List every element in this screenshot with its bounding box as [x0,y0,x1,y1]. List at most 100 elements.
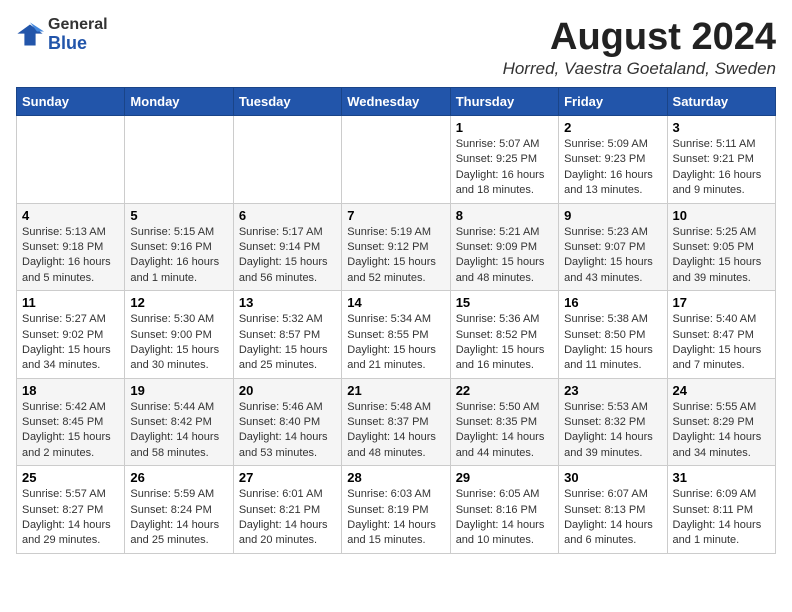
calendar-cell: 6Sunrise: 5:17 AM Sunset: 9:14 PM Daylig… [233,203,341,291]
day-number: 9 [564,208,661,223]
day-number: 5 [130,208,227,223]
calendar-cell: 17 Sunrise: 5:40 AM Sunset: 8:47 PM Dayli… [667,291,775,379]
calendar-cell: 26Sunrise: 5:59 AM Sunset: 8:24 PM Dayli… [125,466,233,554]
calendar-cell: 22Sunrise: 5:50 AM Sunset: 8:35 PM Dayli… [450,378,558,466]
calendar-cell [125,116,233,204]
day-info: Sunrise: 5:11 AM Sunset: 9:21 PM Dayligh… [673,137,770,199]
day-number: 3 [673,120,770,135]
calendar-cell: 10Sunrise: 5:25 AM Sunset: 9:05 PM Dayli… [667,203,775,291]
day-info: Sunrise: 5:15 AM Sunset: 9:16 PM Dayligh… [130,225,227,287]
calendar-cell: 24 Sunrise: 5:55 AM Sunset: 8:29 PM Dayli… [667,378,775,466]
day-number: 10 [673,208,770,223]
calendar-cell: 7 Sunrise: 5:19 AM Sunset: 9:12 PM Daylig… [342,203,450,291]
calendar-cell [342,116,450,204]
day-info: Sunrise: 6:09 AM Sunset: 8:11 PM Dayligh… [673,487,770,549]
day-number: 17 [673,295,770,310]
day-number: 2 [564,120,661,135]
calendar-cell: 3 Sunrise: 5:11 AM Sunset: 9:21 PM Daylig… [667,116,775,204]
week-row-2: 4 Sunrise: 5:13 AM Sunset: 9:18 PM Daylig… [17,203,776,291]
day-number: 11 [22,295,119,310]
calendar-cell: 30 Sunrise: 6:07 AM Sunset: 8:13 PM Dayli… [559,466,667,554]
day-info: Sunrise: 5:09 AM Sunset: 9:23 PM Dayligh… [564,137,661,199]
day-number: 19 [130,383,227,398]
day-info: Sunrise: 5:36 AM Sunset: 8:52 PM Dayligh… [456,312,553,374]
calendar-cell: 19 Sunrise: 5:44 AM Sunset: 8:42 PM Dayli… [125,378,233,466]
day-info: Sunrise: 5:57 AM Sunset: 8:27 PM Dayligh… [22,487,119,549]
day-number: 1 [456,120,553,135]
logo-icon [16,21,44,49]
calendar-cell: 12 Sunrise: 5:30 AM Sunset: 9:00 PM Dayli… [125,291,233,379]
day-number: 28 [347,470,444,485]
day-number: 4 [22,208,119,223]
calendar-cell: 27Sunrise: 6:01 AM Sunset: 8:21 PM Dayli… [233,466,341,554]
day-number: 25 [22,470,119,485]
day-number: 27 [239,470,336,485]
day-number: 18 [22,383,119,398]
calendar-cell [233,116,341,204]
day-info: Sunrise: 5:19 AM Sunset: 9:12 PM Dayligh… [347,225,444,287]
day-number: 22 [456,383,553,398]
week-row-4: 18 Sunrise: 5:42 AM Sunset: 8:45 PM Dayli… [17,378,776,466]
calendar-cell: 11 Sunrise: 5:27 AM Sunset: 9:02 PM Dayli… [17,291,125,379]
title-block: August 2024 Horred, Vaestra Goetaland, S… [503,16,776,79]
day-number: 31 [673,470,770,485]
calendar-cell: 25 Sunrise: 5:57 AM Sunset: 8:27 PM Dayli… [17,466,125,554]
calendar-cell: 23Sunrise: 5:53 AM Sunset: 8:32 PM Dayli… [559,378,667,466]
week-row-3: 11 Sunrise: 5:27 AM Sunset: 9:02 PM Dayli… [17,291,776,379]
calendar-cell: 15 Sunrise: 5:36 AM Sunset: 8:52 PM Dayli… [450,291,558,379]
calendar-cell: 31 Sunrise: 6:09 AM Sunset: 8:11 PM Dayli… [667,466,775,554]
day-info: Sunrise: 5:13 AM Sunset: 9:18 PM Dayligh… [22,225,119,287]
day-info: Sunrise: 5:34 AM Sunset: 8:55 PM Dayligh… [347,312,444,374]
calendar-cell: 14 Sunrise: 5:34 AM Sunset: 8:55 PM Dayli… [342,291,450,379]
day-info: Sunrise: 5:59 AM Sunset: 8:24 PM Dayligh… [130,487,227,549]
day-info: Sunrise: 5:27 AM Sunset: 9:02 PM Dayligh… [22,312,119,374]
day-info: Sunrise: 5:30 AM Sunset: 9:00 PM Dayligh… [130,312,227,374]
calendar-cell: 9 Sunrise: 5:23 AM Sunset: 9:07 PM Daylig… [559,203,667,291]
day-info: Sunrise: 5:07 AM Sunset: 9:25 PM Dayligh… [456,137,553,199]
day-info: Sunrise: 5:55 AM Sunset: 8:29 PM Dayligh… [673,400,770,462]
day-info: Sunrise: 5:21 AM Sunset: 9:09 PM Dayligh… [456,225,553,287]
day-info: Sunrise: 5:42 AM Sunset: 8:45 PM Dayligh… [22,400,119,462]
day-info: Sunrise: 5:38 AM Sunset: 8:50 PM Dayligh… [564,312,661,374]
calendar-title: August 2024 [503,16,776,59]
calendar-cell: 5 Sunrise: 5:15 AM Sunset: 9:16 PM Daylig… [125,203,233,291]
day-number: 13 [239,295,336,310]
day-info: Sunrise: 5:46 AM Sunset: 8:40 PM Dayligh… [239,400,336,462]
day-number: 16 [564,295,661,310]
header: General Blue August 2024 Horred, Vaestra… [16,16,776,79]
day-number: 21 [347,383,444,398]
day-info: Sunrise: 5:40 AM Sunset: 8:47 PM Dayligh… [673,312,770,374]
day-number: 15 [456,295,553,310]
weekday-header-sunday: Sunday [17,88,125,116]
calendar-cell: 18 Sunrise: 5:42 AM Sunset: 8:45 PM Dayli… [17,378,125,466]
weekday-header-friday: Friday [559,88,667,116]
day-number: 23 [564,383,661,398]
day-number: 14 [347,295,444,310]
calendar-cell: 2 Sunrise: 5:09 AM Sunset: 9:23 PM Daylig… [559,116,667,204]
calendar-cell: 1 Sunrise: 5:07 AM Sunset: 9:25 PM Daylig… [450,116,558,204]
day-number: 30 [564,470,661,485]
weekday-header-monday: Monday [125,88,233,116]
calendar-cell: 20 Sunrise: 5:46 AM Sunset: 8:40 PM Dayli… [233,378,341,466]
day-info: Sunrise: 5:44 AM Sunset: 8:42 PM Dayligh… [130,400,227,462]
day-info: Sunrise: 5:17 AM Sunset: 9:14 PM Dayligh… [239,225,336,287]
calendar-cell: 29Sunrise: 6:05 AM Sunset: 8:16 PM Dayli… [450,466,558,554]
day-number: 8 [456,208,553,223]
calendar-cell: 8 Sunrise: 5:21 AM Sunset: 9:09 PM Daylig… [450,203,558,291]
day-number: 7 [347,208,444,223]
calendar-table: SundayMondayTuesdayWednesdayThursdayFrid… [16,87,776,554]
calendar-cell: 16 Sunrise: 5:38 AM Sunset: 8:50 PM Dayli… [559,291,667,379]
week-row-5: 25 Sunrise: 5:57 AM Sunset: 8:27 PM Dayli… [17,466,776,554]
calendar-cell: 13Sunrise: 5:32 AM Sunset: 8:57 PM Dayli… [233,291,341,379]
weekday-header-wednesday: Wednesday [342,88,450,116]
day-number: 24 [673,383,770,398]
weekday-header-saturday: Saturday [667,88,775,116]
calendar-cell: 4 Sunrise: 5:13 AM Sunset: 9:18 PM Daylig… [17,203,125,291]
weekday-header-row: SundayMondayTuesdayWednesdayThursdayFrid… [17,88,776,116]
day-number: 12 [130,295,227,310]
day-number: 20 [239,383,336,398]
logo-text: General Blue [48,16,108,53]
day-info: Sunrise: 6:07 AM Sunset: 8:13 PM Dayligh… [564,487,661,549]
day-info: Sunrise: 5:23 AM Sunset: 9:07 PM Dayligh… [564,225,661,287]
weekday-header-tuesday: Tuesday [233,88,341,116]
